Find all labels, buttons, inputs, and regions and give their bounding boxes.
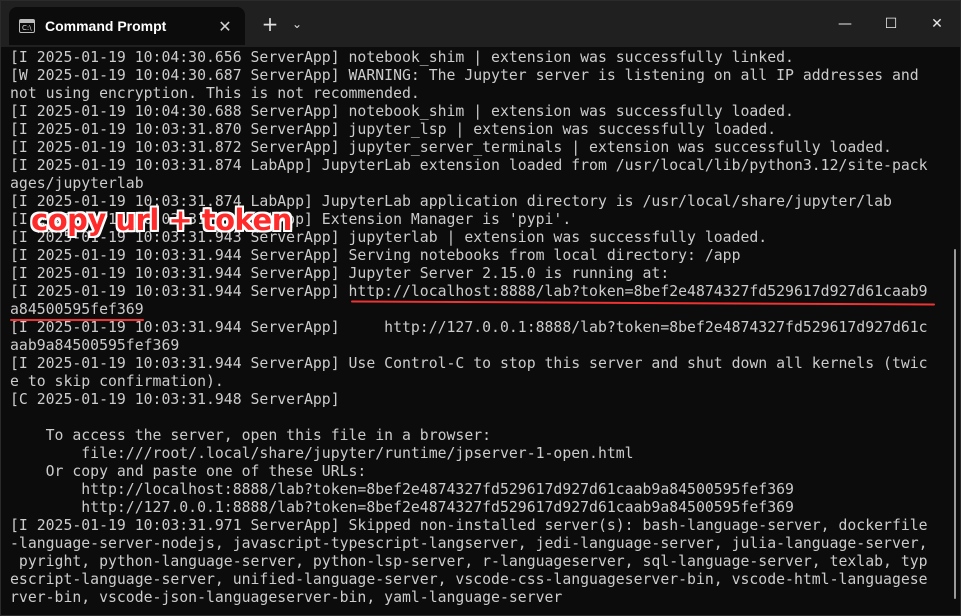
terminal-line: file:///root/.local/share/jupyter/runtim… (10, 445, 634, 462)
new-tab-button[interactable]: + (255, 12, 285, 36)
annotation-label: copy url + token (31, 203, 292, 237)
terminal-line: [I 2025-01-19 10:03:31.971 ServerApp] Sk… (10, 517, 928, 534)
terminal-line: [I 2025-01-19 10:03:31.872 ServerApp] ju… (10, 139, 892, 156)
command-prompt-icon-text: C:\ (22, 24, 32, 32)
terminal-line: To access the server, open this file in … (10, 427, 492, 444)
terminal-line: [W 2025-01-19 10:04:30.687 ServerApp] WA… (10, 67, 919, 84)
terminal-line: [I 2025-01-19 10:03:31.874 LabApp] Jupyt… (10, 157, 928, 174)
terminal-line: http://localhost:8888/lab?token=8bef2e48… (10, 481, 794, 498)
terminal-line: [I 2025-01-19 10:03:31.944 ServerApp] ht… (10, 319, 928, 336)
annotation-underline-token (10, 319, 144, 321)
terminal-line: escript-language-server, unified-languag… (10, 571, 928, 588)
title-bar[interactable]: C:\ Command Prompt ✕ + ⌄ — ☐ ✕ (1, 1, 960, 47)
terminal-line: aab9a84500595fef369 (10, 337, 180, 354)
terminal-line: [I 2025-01-19 10:03:31.944 ServerApp] Us… (10, 355, 928, 372)
close-tab-icon[interactable]: ✕ (215, 17, 235, 36)
terminal-line: ages/jupyterlab (10, 175, 144, 192)
tab-title: Command Prompt (45, 18, 167, 34)
terminal-output[interactable]: [I 2025-01-19 10:04:30.656 ServerApp] no… (10, 49, 945, 607)
terminal-line: [C 2025-01-19 10:03:31.948 ServerApp] (10, 391, 340, 408)
minimize-button[interactable]: — (822, 1, 868, 47)
window-controls: — ☐ ✕ (822, 1, 960, 47)
command-prompt-icon: C:\ (19, 19, 35, 33)
terminal-line: rver-bin, vscode-json-languageserver-bin… (10, 589, 563, 606)
terminal-line: Or copy and paste one of these URLs: (10, 463, 367, 480)
chevron-down-icon[interactable]: ⌄ (285, 17, 309, 31)
terminal-line: [I 2025-01-19 10:03:31.944 ServerApp] Se… (10, 247, 741, 264)
terminal-line: -language-server-nodejs, javascript-type… (10, 535, 928, 552)
tab-command-prompt[interactable]: C:\ Command Prompt ✕ (9, 7, 245, 45)
terminal-line: not using encryption. This is not recomm… (10, 85, 420, 102)
terminal-line: http://127.0.0.1:8888/lab?token=8bef2e48… (10, 499, 794, 516)
scrollbar[interactable] (954, 249, 956, 599)
terminal-line: [I 2025-01-19 10:03:31.870 ServerApp] ju… (10, 121, 777, 138)
terminal-line: [I 2025-01-19 10:04:30.656 ServerApp] no… (10, 49, 794, 66)
maximize-button[interactable]: ☐ (868, 1, 914, 47)
close-button[interactable]: ✕ (914, 1, 960, 47)
terminal-line: [I 2025-01-19 10:03:31.944 ServerApp] Ju… (10, 265, 670, 282)
terminal-line: [I 2025-01-19 10:04:30.688 ServerApp] no… (10, 103, 794, 120)
terminal-line: [I 2025-01-19 10:03:31.944 ServerApp] ht… (10, 283, 928, 300)
terminal-line: pyright, python-language-server, python-… (10, 553, 928, 570)
terminal-window: C:\ Command Prompt ✕ + ⌄ — ☐ ✕ [I 2025-0… (0, 0, 961, 616)
terminal-line: e to skip confirmation). (10, 373, 224, 390)
